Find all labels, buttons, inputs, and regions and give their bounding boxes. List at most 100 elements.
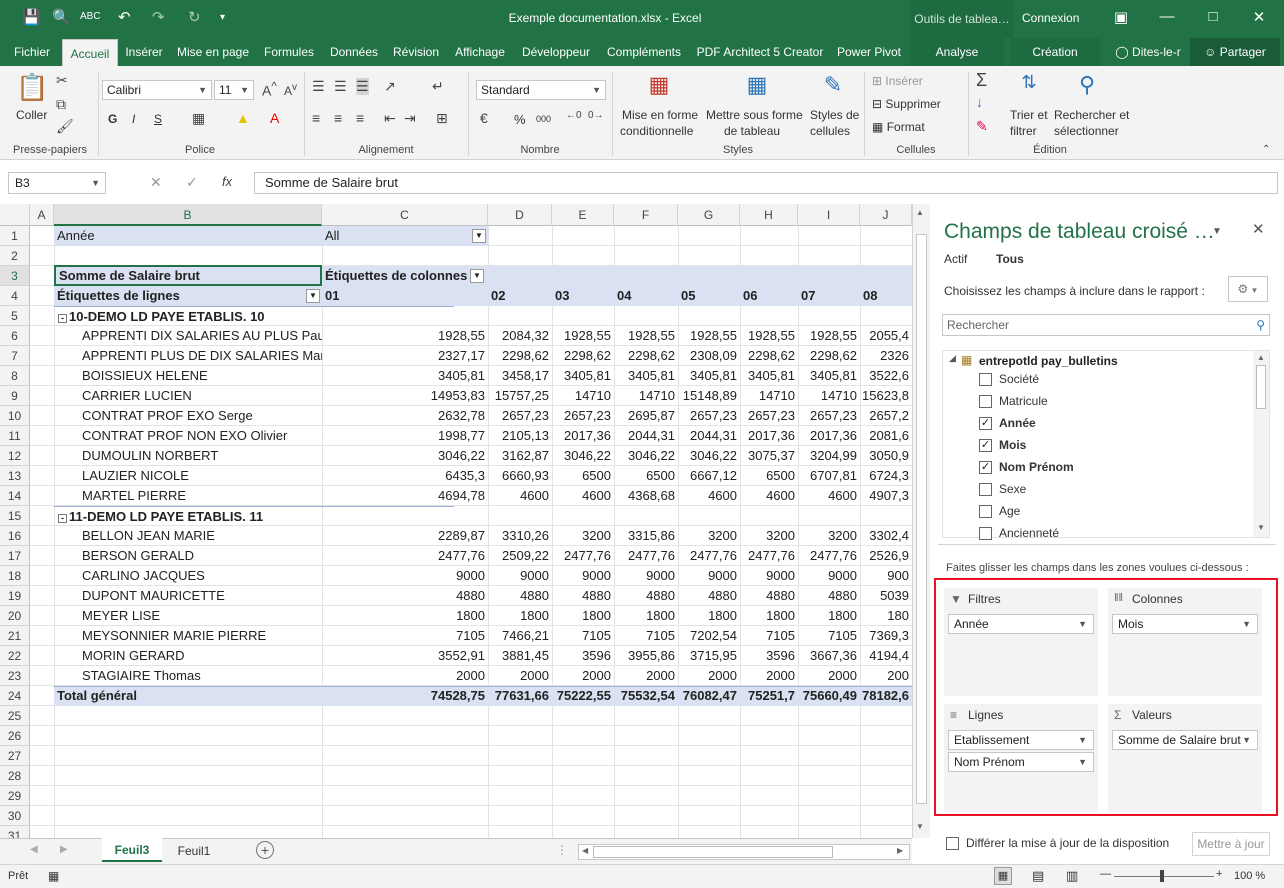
- pane-close-icon[interactable]: ✕: [1252, 220, 1265, 238]
- employee-name-cell[interactable]: BELLON JEAN MARIE: [82, 526, 322, 546]
- table-row[interactable]: Somme de Salaire brut Étiquettes de colo…: [30, 265, 912, 286]
- value-cell[interactable]: 9000: [488, 566, 552, 586]
- group-row[interactable]: -10-DEMO LD PAYE ETABLIS. 10: [30, 306, 912, 326]
- row-field-nom-prenom[interactable]: Nom Prénom ▼: [948, 752, 1094, 772]
- number-format-select[interactable]: Standard ▼: [476, 80, 606, 100]
- month-header-cell[interactable]: 04: [614, 286, 674, 306]
- format-cells-button[interactable]: ▦ Format: [872, 120, 925, 134]
- value-cell[interactable]: 2477,76: [552, 546, 614, 566]
- field-search-input[interactable]: Rechercher ⚲: [942, 314, 1270, 336]
- value-cell[interactable]: 15148,89: [678, 386, 740, 406]
- table-row[interactable]: APPRENTI PLUS DE DIX SALARIES Marc 2327,1…: [30, 346, 912, 366]
- field-list-scrollbar[interactable]: ▲ ▼: [1253, 351, 1269, 537]
- tab-complements[interactable]: Compléments: [600, 38, 688, 66]
- page-break-icon[interactable]: ▥: [1066, 868, 1078, 884]
- value-cell[interactable]: 2298,62: [798, 346, 860, 366]
- tab-analyse[interactable]: Analyse: [910, 38, 1004, 66]
- row-header[interactable]: 11: [0, 426, 30, 446]
- value-cell[interactable]: 2017,36: [740, 426, 798, 446]
- value-cell[interactable]: 3552,91: [322, 646, 488, 666]
- value-cell[interactable]: 3405,81: [678, 366, 740, 386]
- table-row[interactable]: MORIN GERARD 3552,91 3881,45 3596 3955,86 371…: [30, 646, 912, 666]
- value-cell[interactable]: 2000: [740, 666, 798, 686]
- update-button[interactable]: Mettre à jour: [1192, 832, 1270, 856]
- paste-icon[interactable]: 📋: [16, 72, 48, 106]
- value-cell[interactable]: 2657,23: [740, 406, 798, 426]
- table-row[interactable]: Étiquettes de lignes ▼ 01 02 03 04 05 06 07 08: [30, 286, 912, 306]
- grand-total-cell[interactable]: 75660,49: [798, 686, 860, 706]
- field-label[interactable]: Nom Prénom: [999, 460, 1074, 474]
- table-row[interactable]: CONTRAT PROF NON EXO Olivier 1998,77 2105,…: [30, 426, 912, 446]
- total-row[interactable]: Total général 74528,75 77631,66 75222,55 755…: [30, 686, 912, 706]
- prev-sheet-icon[interactable]: ◀: [30, 844, 38, 855]
- employee-name-cell[interactable]: CONTRAT PROF NON EXO Olivier: [82, 426, 322, 446]
- table-row[interactable]: DUPONT MAURICETTE 4880 4880 4880 4880 4880 488…: [30, 586, 912, 606]
- sign-in-link[interactable]: Connexion: [1022, 11, 1079, 25]
- value-cell[interactable]: 2000: [798, 666, 860, 686]
- value-cell[interactable]: 7466,21: [488, 626, 552, 646]
- value-cell[interactable]: 2327,17: [322, 346, 488, 366]
- value-cell[interactable]: 1800: [552, 606, 614, 626]
- row-header[interactable]: 17: [0, 546, 30, 566]
- value-cell[interactable]: 9000: [740, 566, 798, 586]
- format-painter-icon[interactable]: 🖌: [56, 118, 74, 135]
- grand-total-cell[interactable]: 74528,75: [322, 686, 488, 706]
- field-checkbox[interactable]: [979, 527, 992, 540]
- value-cell[interactable]: 1998,77: [322, 426, 488, 446]
- column-header[interactable]: G: [678, 204, 740, 226]
- value-cell[interactable]: 7105: [798, 626, 860, 646]
- value-cell[interactable]: 2657,23: [678, 406, 740, 426]
- increase-decimal-icon[interactable]: ←0: [566, 110, 582, 121]
- table-row[interactable]: [30, 746, 912, 766]
- value-cell[interactable]: 2000: [614, 666, 678, 686]
- find-select-button[interactable]: Rechercher et: [1054, 108, 1129, 122]
- value-cell[interactable]: 2044,31: [678, 426, 740, 446]
- employee-name-cell[interactable]: BOISSIEUX HELENE: [82, 366, 322, 386]
- filter-value-cell[interactable]: All ▼: [322, 226, 488, 246]
- table-row[interactable]: CARRIER LUCIEN 14953,83 15757,25 14710 14710…: [30, 386, 912, 406]
- italic-button[interactable]: I: [132, 112, 135, 126]
- value-cell[interactable]: 2000: [322, 666, 488, 686]
- row-header[interactable]: 19: [0, 586, 30, 606]
- value-cell[interactable]: 3310,26: [488, 526, 552, 546]
- collapse-icon[interactable]: -: [58, 514, 67, 523]
- tab-creation[interactable]: Création: [1010, 38, 1100, 66]
- spelling-icon[interactable]: ABC: [80, 11, 101, 22]
- font-color-icon[interactable]: A: [270, 110, 279, 126]
- scroll-up-icon[interactable]: ▲: [916, 208, 924, 217]
- value-cell[interactable]: 3204,99: [798, 446, 860, 466]
- value-cell[interactable]: 3715,95: [678, 646, 740, 666]
- scroll-thumb[interactable]: [1256, 365, 1266, 409]
- value-cell[interactable]: 200: [860, 666, 912, 686]
- month-header-cell[interactable]: 02: [488, 286, 548, 306]
- collapse-icon[interactable]: -: [58, 314, 67, 323]
- row-header[interactable]: 1: [0, 226, 30, 246]
- customize-qat-icon[interactable]: ▾: [220, 12, 225, 23]
- value-cell[interactable]: 2289,87: [322, 526, 488, 546]
- select-all-corner[interactable]: [0, 204, 30, 226]
- row-header[interactable]: 2: [0, 246, 30, 266]
- value-cell[interactable]: 9000: [614, 566, 678, 586]
- value-cell[interactable]: 6707,81: [798, 466, 860, 486]
- value-cell[interactable]: 3075,37: [740, 446, 798, 466]
- row-header[interactable]: 6: [0, 326, 30, 346]
- table-row[interactable]: CARLINO JACQUES 9000 9000 9000 9000 9000 9000 9…: [30, 566, 912, 586]
- value-cell[interactable]: 4194,4: [860, 646, 912, 666]
- employee-name-cell[interactable]: CONTRAT PROF EXO Serge: [82, 406, 322, 426]
- field-label[interactable]: Mois: [999, 438, 1026, 452]
- field-label[interactable]: Matricule: [999, 394, 1048, 408]
- column-header[interactable]: H: [740, 204, 798, 226]
- value-cell[interactable]: 4694,78: [322, 486, 488, 506]
- field-label[interactable]: Année: [999, 416, 1036, 430]
- align-right-icon[interactable]: ≡: [356, 110, 364, 126]
- row-header[interactable]: 3: [0, 266, 30, 286]
- row-header[interactable]: 14: [0, 486, 30, 506]
- employee-name-cell[interactable]: DUPONT MAURICETTE: [82, 586, 322, 606]
- employee-name-cell[interactable]: MARTEL PIERRE: [82, 486, 322, 506]
- clear-icon[interactable]: ✎: [976, 118, 988, 135]
- value-cell[interactable]: 2526,9: [860, 546, 912, 566]
- value-cell[interactable]: 1928,55: [552, 326, 614, 346]
- value-cell[interactable]: 2308,09: [678, 346, 740, 366]
- font-name-select[interactable]: Calibri ▼: [102, 80, 212, 100]
- table-row[interactable]: MARTEL PIERRE 4694,78 4600 4600 4368,68 4600 4…: [30, 486, 912, 506]
